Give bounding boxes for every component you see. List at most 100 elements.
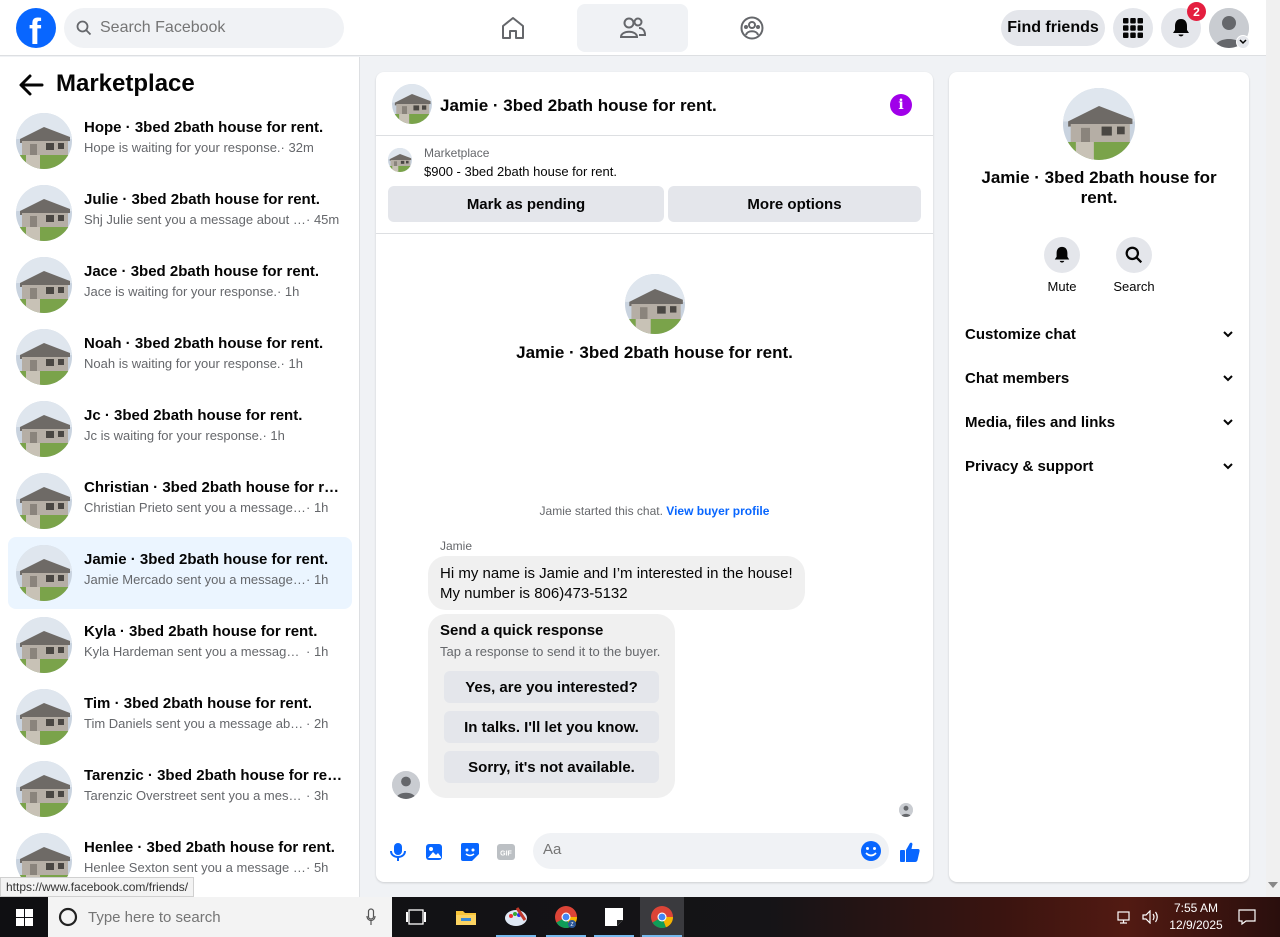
facebook-search-input[interactable] xyxy=(100,19,320,37)
clock-time: 7:55 AM xyxy=(1173,901,1219,915)
account-chevron[interactable] xyxy=(1236,35,1250,49)
photo-icon xyxy=(426,844,442,860)
emoji-icon[interactable] xyxy=(860,840,882,862)
start-button[interactable] xyxy=(0,897,48,937)
conversation-item[interactable]: Julie · 3bed 2bath house for rent. Shj J… xyxy=(8,177,352,249)
conversation-item[interactable]: Hope · 3bed 2bath house for rent. Hope i… xyxy=(8,105,352,177)
preview-text: Shj Julie sent you a message about your … xyxy=(84,212,306,227)
top-navigation-bar: f Find friends 2 xyxy=(0,0,1266,56)
listing-thumbnail[interactable] xyxy=(388,148,412,172)
taskbar-search[interactable] xyxy=(48,897,392,937)
more-options-button[interactable]: More options xyxy=(668,186,921,222)
chat-title[interactable]: Jamie · 3bed 2bath house for rent. xyxy=(440,96,717,116)
home-icon xyxy=(501,17,524,39)
preview-text: Christian Prieto sent you a message abou… xyxy=(84,500,306,515)
sender-avatar[interactable] xyxy=(392,771,420,799)
taskbar-clock[interactable]: 7:55 AM 12/9/2025 xyxy=(1166,900,1226,934)
mute-button[interactable] xyxy=(1044,237,1080,273)
chrome-icon xyxy=(651,906,674,929)
message-line: My number is 806)473-5132 xyxy=(440,585,628,602)
message-line: Hi my name is Jamie and I’m interested i… xyxy=(440,565,793,582)
taskbar-search-input[interactable] xyxy=(88,908,338,926)
quick-response-subtitle: Tap a response to send it to the buyer. xyxy=(440,644,661,659)
conversation-item[interactable]: Christian · 3bed 2bath house for rent. C… xyxy=(8,465,352,537)
gif-icon: GIF xyxy=(497,844,515,860)
search-action[interactable]: Search xyxy=(1104,237,1164,294)
conversation-name: Henlee · 3bed 2bath house for rent. xyxy=(84,839,335,856)
conversation-time: · 1h xyxy=(306,500,329,515)
network-tray-icon[interactable] xyxy=(1116,897,1136,937)
preview-text: Jc is waiting for your response. xyxy=(84,428,263,443)
conversation-name: Tarenzic · 3bed 2bath house for rent. xyxy=(84,767,344,784)
grid-menu-icon xyxy=(1123,18,1143,38)
section-chat-members[interactable]: Chat members xyxy=(957,358,1241,398)
conversation-item[interactable]: Tim · 3bed 2bath house for rent. Tim Dan… xyxy=(8,681,352,753)
listing-bar: Marketplace $900 - 3bed 2bath house for … xyxy=(376,136,933,234)
section-privacy-support[interactable]: Privacy & support xyxy=(957,446,1241,486)
task-view-button[interactable] xyxy=(394,897,438,937)
nav-tab-home[interactable] xyxy=(457,4,568,52)
listing-price[interactable]: $900 - 3bed 2bath house for rent. xyxy=(424,164,617,179)
attach-photo-button[interactable] xyxy=(423,841,445,863)
chat-thumbnail[interactable] xyxy=(392,84,432,124)
conversation-time: · 1h xyxy=(262,428,285,443)
facebook-search[interactable] xyxy=(64,8,344,48)
conversation-item[interactable]: Tarenzic · 3bed 2bath house for rent. Ta… xyxy=(8,753,352,825)
volume-tray-icon[interactable] xyxy=(1140,897,1162,937)
groups-icon xyxy=(740,16,763,40)
chat-header: Jamie · 3bed 2bath house for rent. i xyxy=(376,72,933,136)
conversation-name: Tim · 3bed 2bath house for rent. xyxy=(84,695,313,712)
info-icon[interactable]: i xyxy=(890,94,912,116)
section-label: Chat members xyxy=(965,369,1070,387)
friends-icon xyxy=(619,17,646,38)
action-center-icon xyxy=(1238,909,1256,925)
file-explorer-app[interactable] xyxy=(444,897,488,937)
mute-action[interactable]: Mute xyxy=(1032,237,1092,294)
chrome-app-active[interactable] xyxy=(640,897,684,937)
scroll-down-arrow[interactable] xyxy=(1268,882,1278,888)
notifications-tray[interactable] xyxy=(1234,897,1260,937)
conversation-item-active[interactable]: Jamie · 3bed 2bath house for rent. Jamie… xyxy=(8,537,352,609)
view-buyer-profile-link[interactable]: View buyer profile xyxy=(666,504,769,518)
info-thumbnail[interactable] xyxy=(1063,88,1135,160)
conversation-preview: Christian Prieto sent you a message abou… xyxy=(84,500,328,515)
quick-response-button[interactable]: Sorry, it's not available. xyxy=(444,751,659,783)
conversation-item[interactable]: Kyla · 3bed 2bath house for rent. Kyla H… xyxy=(8,609,352,681)
sticky-notes-app[interactable] xyxy=(592,897,636,937)
listing-thumbnail xyxy=(16,473,72,529)
mark-as-pending-button[interactable]: Mark as pending xyxy=(388,186,664,222)
nav-tab-groups[interactable] xyxy=(696,4,807,52)
conversation-item[interactable]: Noah · 3bed 2bath house for rent. Noah i… xyxy=(8,321,352,393)
quick-response-button[interactable]: Yes, are you interested? xyxy=(444,671,659,703)
section-media-files-links[interactable]: Media, files and links xyxy=(957,402,1241,442)
conversation-preview: Henlee Sexton sent you a message about y… xyxy=(84,860,328,875)
conversation-name: Hope · 3bed 2bath house for rent. xyxy=(84,119,324,136)
paint-app[interactable] xyxy=(494,897,538,937)
note-icon xyxy=(605,908,623,926)
chrome-app-profile[interactable]: Z xyxy=(544,897,588,937)
back-arrow-icon[interactable] xyxy=(18,73,44,97)
search-conversation-button[interactable] xyxy=(1116,237,1152,273)
chat-panel: Jamie · 3bed 2bath house for rent. i Mar… xyxy=(376,72,933,882)
message-bubble[interactable]: Hi my name is Jamie and I’m interested i… xyxy=(428,556,805,610)
voice-clip-button[interactable] xyxy=(387,841,409,863)
like-button[interactable] xyxy=(899,841,921,863)
windows-logo-icon xyxy=(15,908,33,926)
facebook-logo[interactable]: f xyxy=(16,8,56,52)
listing-thumbnail xyxy=(16,761,72,817)
menu-button[interactable] xyxy=(1113,8,1153,48)
page-scrollbar[interactable] xyxy=(1266,0,1280,897)
section-customize-chat[interactable]: Customize chat xyxy=(957,314,1241,354)
chevron-down-icon xyxy=(1223,418,1233,425)
conversation-item[interactable]: Jace · 3bed 2bath house for rent. Jace i… xyxy=(8,249,352,321)
mute-label: Mute xyxy=(1047,279,1077,294)
microphone-icon[interactable] xyxy=(366,908,376,926)
nav-tab-friends[interactable] xyxy=(577,4,688,52)
sticker-button[interactable] xyxy=(459,841,481,863)
gif-button[interactable]: GIF xyxy=(495,841,517,863)
message-input[interactable] xyxy=(543,841,843,858)
conversation-item[interactable]: Jc · 3bed 2bath house for rent. Jc is wa… xyxy=(8,393,352,465)
find-friends-button[interactable]: Find friends xyxy=(1001,10,1105,46)
message-composer[interactable] xyxy=(533,833,889,869)
quick-response-button[interactable]: In talks. I'll let you know. xyxy=(444,711,659,743)
